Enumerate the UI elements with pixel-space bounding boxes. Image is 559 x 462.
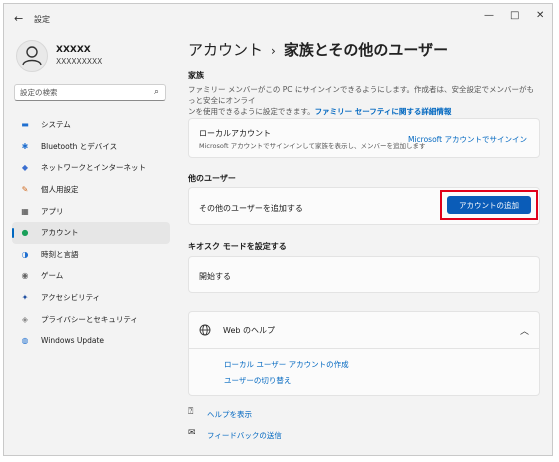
sidebar-item-label: アクセシビリティ bbox=[41, 293, 101, 303]
sidebar-item-label: アカウント bbox=[41, 228, 79, 238]
sidebar-item-icon: ◑ bbox=[21, 249, 29, 259]
kiosk-start-label: 開始する bbox=[199, 272, 231, 281]
minimize-icon[interactable]: — bbox=[484, 10, 494, 21]
sidebar-item-label: 個人用設定 bbox=[41, 185, 79, 195]
breadcrumb-separator: › bbox=[271, 44, 276, 58]
web-help-card: Web のヘルプ ︿ ローカル ユーザー アカウントの作成 ユーザーの切り替え bbox=[188, 311, 540, 396]
search-box[interactable]: ⌕ bbox=[14, 84, 166, 101]
sidebar-item-3[interactable]: ◆ ネットワークとインターネット bbox=[12, 157, 170, 179]
sidebar-item-8[interactable]: ◉ ゲーム bbox=[12, 265, 170, 287]
other-users-heading: 他のユーザー bbox=[188, 174, 236, 183]
search-icon[interactable]: ⌕ bbox=[154, 87, 159, 97]
sidebar-item-2[interactable]: ✱ Bluetooth とデバイス bbox=[12, 136, 170, 158]
sidebar-item-icon: ✦ bbox=[21, 293, 29, 303]
page-title: アカウント › 家族とその他のユーザー bbox=[188, 39, 448, 60]
active-indicator bbox=[12, 227, 14, 238]
close-icon[interactable]: ✕ bbox=[536, 10, 544, 21]
local-account-card: ローカルアカウント Microsoft アカウントでサインインして家族を表示し、… bbox=[188, 118, 540, 158]
web-help-header[interactable]: Web のヘルプ ︿ bbox=[189, 312, 539, 349]
kiosk-card[interactable]: 開始する bbox=[188, 256, 540, 293]
user-icon bbox=[22, 46, 42, 66]
sidebar-item-icon: ● bbox=[21, 228, 29, 238]
sidebar-item-1[interactable]: ▬ システム bbox=[12, 114, 170, 136]
sidebar-item-icon: ▦ bbox=[21, 206, 29, 216]
maximize-icon[interactable]: □ bbox=[510, 10, 519, 21]
microsoft-signin-link[interactable]: Microsoft アカウントでサインイン bbox=[408, 134, 527, 145]
sidebar-item-5[interactable]: ▦ アプリ bbox=[12, 200, 170, 222]
app-title: 設定 bbox=[34, 15, 50, 24]
sidebar-item-icon: ◍ bbox=[21, 336, 29, 346]
help-link-create-local-account[interactable]: ローカル ユーザー アカウントの作成 bbox=[224, 359, 349, 370]
family-safety-link[interactable]: ファミリー セーフティに関する詳細情報 bbox=[315, 107, 452, 116]
sidebar-item-4[interactable]: ✎ 個人用設定 bbox=[12, 179, 170, 201]
breadcrumb-current: 家族とその他のユーザー bbox=[283, 41, 449, 59]
sidebar-item-icon: ◉ bbox=[21, 271, 29, 281]
sidebar-item-icon: ◆ bbox=[21, 163, 29, 173]
sidebar-item-icon: ◈ bbox=[21, 314, 29, 324]
help-icon: ⍰ bbox=[188, 407, 194, 417]
sidebar-item-label: Windows Update bbox=[41, 336, 105, 346]
kiosk-heading: キオスク モードを設定する bbox=[188, 242, 287, 251]
sidebar-item-label: Bluetooth とデバイス bbox=[41, 141, 118, 151]
breadcrumb-accounts[interactable]: アカウント bbox=[188, 41, 263, 59]
sidebar-item-label: ネットワークとインターネット bbox=[41, 163, 146, 173]
sidebar-item-icon: ▬ bbox=[21, 120, 29, 130]
sidebar-item-label: システム bbox=[41, 120, 71, 130]
family-description: ファミリー メンバーがこの PC にサインインできるようにします。作成者は、安全… bbox=[188, 84, 538, 117]
search-input[interactable] bbox=[20, 88, 140, 97]
avatar bbox=[16, 40, 48, 72]
add-account-button[interactable]: アカウントの追加 bbox=[447, 196, 531, 214]
get-help-link[interactable]: ヘルプを表示 bbox=[207, 409, 252, 420]
sidebar-item-label: ゲーム bbox=[41, 271, 64, 281]
feedback-link[interactable]: フィードバックの送信 bbox=[207, 430, 282, 441]
sidebar-item-6[interactable]: ● アカウント bbox=[12, 221, 170, 244]
local-account-title: ローカルアカウント bbox=[199, 129, 271, 138]
sidebar-nav: ▬ システム ✱ Bluetooth とデバイス ◆ ネットワークとインターネット ✎ 個人用… bbox=[12, 114, 170, 352]
sidebar-item-label: 時刻と言語 bbox=[41, 249, 79, 259]
sidebar-item-label: プライバシーとセキュリティ bbox=[41, 314, 138, 324]
title-bar: ← 設定 — □ ✕ bbox=[4, 4, 552, 32]
highlight-box: アカウントの追加 bbox=[440, 190, 538, 220]
sidebar-item-10[interactable]: ◈ プライバシーとセキュリティ bbox=[12, 308, 170, 330]
feedback-icon: ✉ bbox=[188, 428, 196, 438]
sidebar-item-11[interactable]: ◍ Windows Update bbox=[12, 330, 170, 352]
sidebar-item-7[interactable]: ◑ 時刻と言語 bbox=[12, 244, 170, 266]
sidebar-item-icon: ✎ bbox=[21, 185, 29, 195]
help-link-switch-user[interactable]: ユーザーの切り替え bbox=[224, 375, 291, 386]
sidebar-item-9[interactable]: ✦ アクセシビリティ bbox=[12, 287, 170, 309]
user-name: XXXXX bbox=[56, 45, 91, 55]
settings-window: ← 設定 — □ ✕ XXXXX XXXXXXXXX ⌕ ▬ システム ✱ Bluet… bbox=[3, 3, 553, 456]
globe-icon bbox=[199, 324, 211, 336]
user-email: XXXXXXXXX bbox=[56, 57, 103, 66]
sidebar-item-icon: ✱ bbox=[21, 141, 29, 151]
back-arrow-icon[interactable]: ← bbox=[14, 12, 23, 25]
web-help-title: Web のヘルプ bbox=[223, 326, 275, 335]
chevron-up-icon[interactable]: ︿ bbox=[520, 324, 529, 337]
local-account-subtitle: Microsoft アカウントでサインインして家族を表示し、メンバーを追加します bbox=[199, 142, 426, 150]
add-other-user-label: その他のユーザーを追加する bbox=[199, 204, 303, 213]
family-heading: 家族 bbox=[188, 71, 204, 80]
sidebar-item-label: アプリ bbox=[41, 206, 64, 216]
